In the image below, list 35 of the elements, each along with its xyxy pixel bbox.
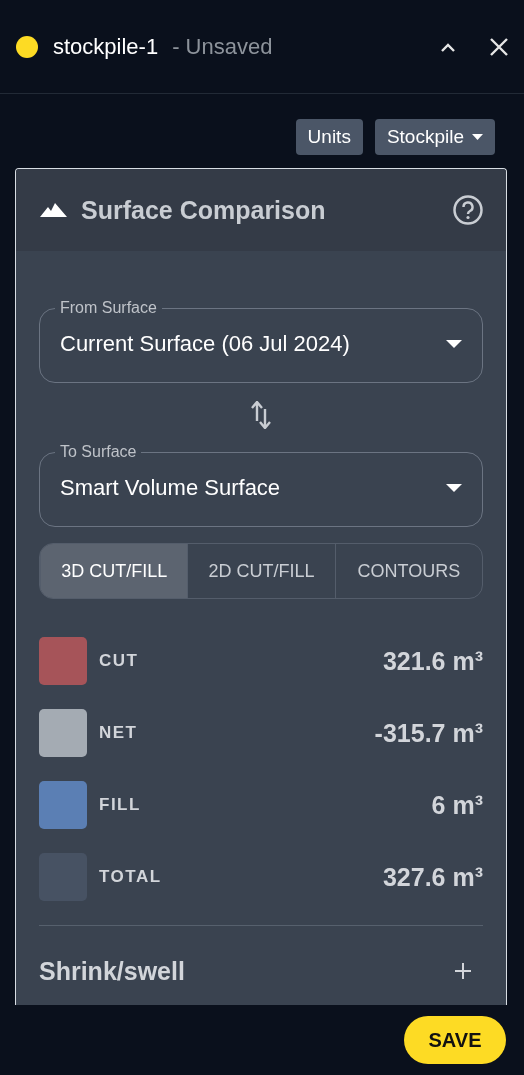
collapse-button[interactable]: [440, 41, 456, 52]
volume-value: 6 m³: [431, 790, 483, 820]
save-status: - Unsaved: [172, 33, 273, 60]
volume-value: 321.6 m³: [382, 646, 483, 676]
volume-value: -315.7 m³: [374, 718, 483, 748]
legend-label: TOTAL: [99, 867, 163, 887]
view-tab[interactable]: 2D CUT/FILL: [187, 544, 335, 598]
stockpile-dropdown[interactable]: Stockpile: [374, 119, 495, 155]
close-icon: [490, 37, 508, 56]
help-button[interactable]: [453, 195, 483, 225]
close-button[interactable]: [490, 37, 508, 56]
surface-dropdown[interactable]: To Surface Smart Volume Surface: [39, 443, 483, 527]
save-button[interactable]: SAVE: [404, 1016, 506, 1064]
view-tab[interactable]: CONTOURS: [334, 544, 482, 598]
legend-label: FILL: [99, 795, 142, 815]
section-title: Shrink/swell: [39, 956, 185, 986]
panel-title: Surface Comparison: [81, 195, 327, 225]
caret-down-icon: [446, 339, 462, 348]
volume-value: 327.6 m³: [382, 862, 483, 892]
units-button[interactable]: Units: [295, 119, 363, 155]
legend-label: CUT: [99, 651, 140, 671]
caret-down-icon: [472, 134, 483, 140]
status-dot: [16, 35, 38, 58]
expand-button[interactable]: [455, 963, 471, 979]
help-icon: [453, 195, 483, 225]
window-title: stockpile-1: [53, 33, 159, 60]
swap-arrows-icon: [250, 401, 272, 429]
caret-down-icon: [446, 483, 462, 492]
swap-button[interactable]: [250, 401, 272, 429]
view-tab[interactable]: 3D CUT/FILL: [40, 544, 188, 598]
surface-dropdown[interactable]: From Surface Current Surface (06 Jul 2024): [39, 299, 483, 383]
caret-up-icon: [440, 41, 456, 52]
mountain-icon: [40, 203, 67, 217]
plus-icon: [455, 963, 471, 979]
legend-label: NET: [99, 723, 139, 743]
